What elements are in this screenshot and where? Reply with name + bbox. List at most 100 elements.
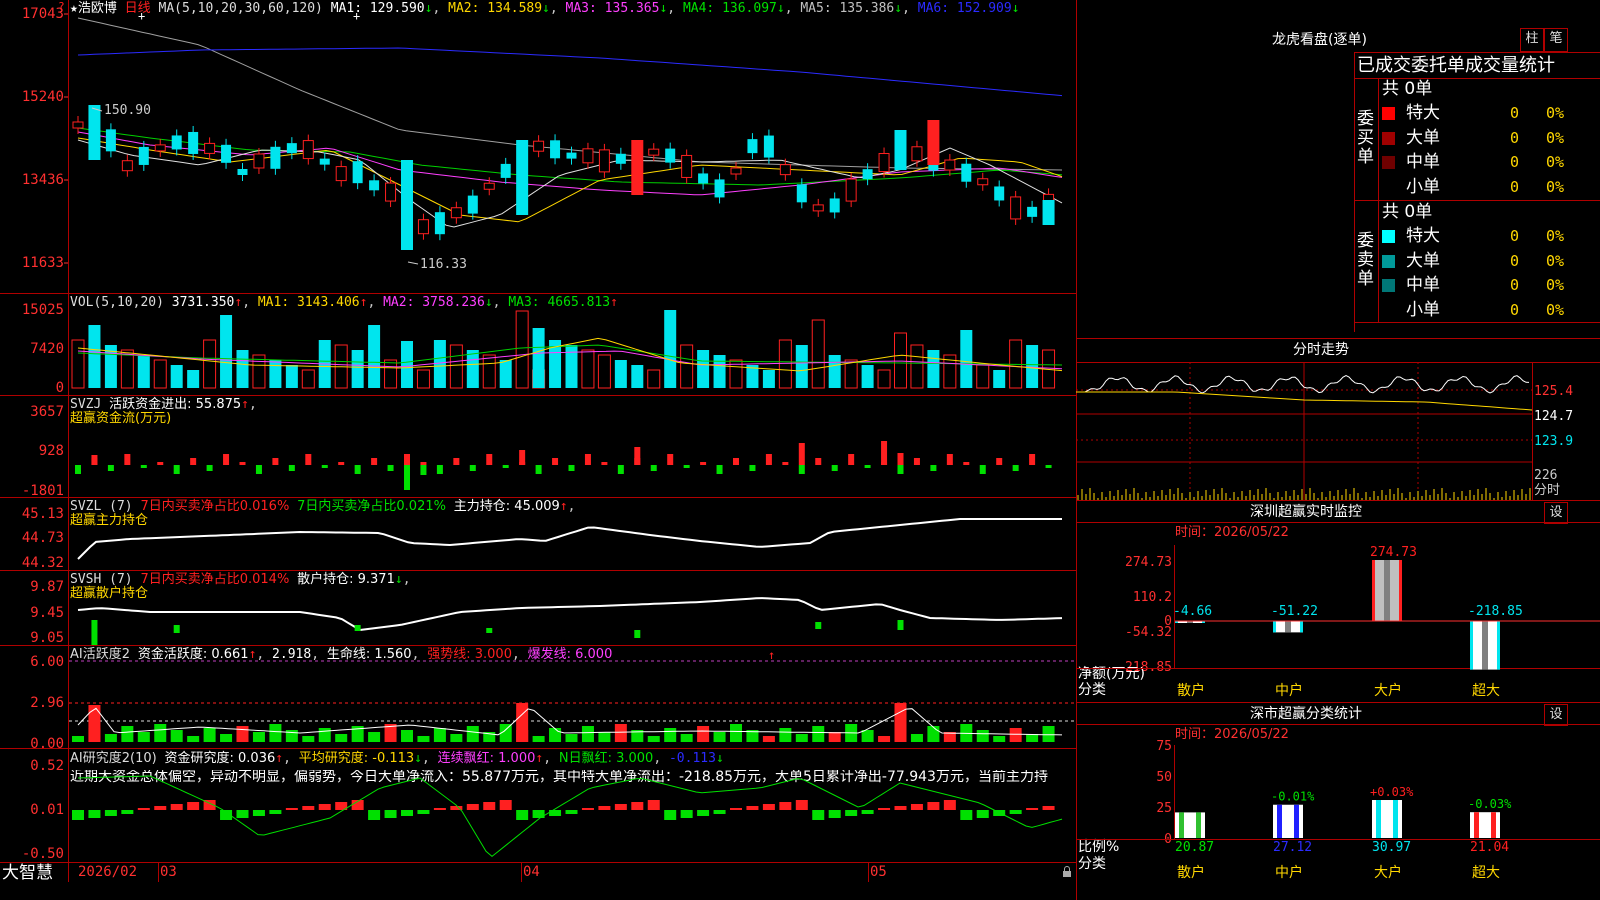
sz-monitor-settings-button[interactable]: 设 bbox=[1544, 502, 1568, 524]
candle bbox=[319, 152, 330, 171]
candle bbox=[204, 137, 216, 160]
candle bbox=[1027, 200, 1038, 223]
ai-research-bar bbox=[1042, 806, 1055, 810]
sz-class-axis-label-1: 比例% bbox=[1078, 839, 1120, 855]
svzj-bar bbox=[107, 465, 114, 471]
ai-research-bar bbox=[910, 804, 923, 810]
bar-view-button[interactable]: 柱 bbox=[1520, 28, 1544, 52]
ai-active-bar bbox=[335, 734, 348, 742]
ai-research-chart[interactable] bbox=[0, 748, 1076, 862]
ai-research-bar bbox=[252, 810, 265, 816]
sz-axis-label-1: 净额(万元) bbox=[1078, 666, 1145, 682]
svzj-bar bbox=[272, 458, 279, 465]
ai-research-bar bbox=[795, 800, 808, 810]
high-price-label: 150.90 bbox=[104, 103, 151, 118]
ai-active-bar bbox=[450, 734, 463, 742]
ai-active-bar bbox=[861, 730, 874, 742]
ai-research-bar bbox=[88, 810, 101, 818]
vol-bar bbox=[713, 355, 726, 388]
svzj-bar bbox=[288, 465, 295, 471]
candle bbox=[270, 140, 281, 175]
main-corner-mark: ? bbox=[58, 0, 65, 13]
vol-bar bbox=[844, 359, 858, 389]
sz-class-value: 20.87 bbox=[1175, 840, 1214, 855]
volume-chart[interactable] bbox=[0, 293, 1076, 395]
sz-monitor-chart[interactable]: -4.66 散户 -51.22 中户 274.73 大户 -218.85 超大 bbox=[1175, 540, 1600, 700]
ai-active-bar bbox=[1009, 728, 1022, 742]
svsh-bar bbox=[897, 620, 904, 630]
candle bbox=[221, 138, 232, 169]
candle bbox=[911, 140, 923, 167]
buy-count: 0 bbox=[1510, 153, 1520, 171]
ai-active-chart[interactable]: ↑ bbox=[0, 645, 1076, 748]
tab-filled[interactable]: 已成交 bbox=[1357, 56, 1411, 76]
svzj-bar bbox=[420, 462, 427, 465]
ai-active-bar bbox=[894, 703, 907, 742]
vol-bar bbox=[285, 365, 298, 388]
svzj-bar bbox=[469, 465, 476, 471]
buy-pct: 0% bbox=[1546, 153, 1565, 171]
buy-label: 小单 bbox=[1406, 176, 1440, 197]
buy-pct: 0% bbox=[1546, 104, 1565, 122]
ai-active-bar bbox=[236, 726, 249, 742]
ai-active-bar bbox=[598, 732, 611, 742]
intraday-chart[interactable] bbox=[1076, 362, 1532, 500]
svzj-chart[interactable] bbox=[0, 395, 1076, 497]
sz-class-category: 超大 bbox=[1472, 865, 1500, 881]
svsh-chart[interactable] bbox=[0, 570, 1076, 645]
sz-class-chart[interactable]: 20.87 散户 27.12 -0.01% 中户 30.97 +0.03% 大户 21.04 -0… bbox=[1175, 740, 1600, 900]
ai-research-bar bbox=[417, 810, 430, 814]
sz-monitor-bar bbox=[1470, 621, 1500, 670]
svzj-bar bbox=[831, 465, 838, 471]
kline-chart[interactable]: ? 150.90 116.33 + + bbox=[0, 0, 1076, 293]
svsh-bar bbox=[486, 628, 493, 633]
pen-view-button[interactable]: 笔 bbox=[1544, 28, 1568, 52]
sz-y-tick-4: -54.32 bbox=[1125, 625, 1172, 640]
ai-research-bar bbox=[664, 810, 677, 820]
svzj-bar bbox=[124, 454, 131, 465]
vol-bar bbox=[762, 370, 775, 388]
candle bbox=[1010, 190, 1022, 225]
svzj-bar bbox=[420, 465, 427, 475]
candle bbox=[994, 180, 1005, 207]
sz-class-value: 30.97 bbox=[1372, 840, 1411, 855]
candle bbox=[1042, 200, 1055, 225]
sz-monitor-time: 时间：2026/05/22 bbox=[1175, 525, 1289, 540]
vol-bar bbox=[499, 360, 512, 388]
candle bbox=[730, 162, 742, 180]
ai-active-bar bbox=[170, 730, 183, 742]
ai-active-bar bbox=[302, 736, 315, 742]
tab-volume-stats[interactable]: 成交量统计 bbox=[1465, 56, 1555, 76]
app-logo[interactable]: 大智慧 bbox=[2, 864, 53, 882]
ai-research-bar bbox=[483, 802, 496, 810]
vol-bar bbox=[680, 344, 694, 389]
sell-pct: 0% bbox=[1546, 227, 1565, 245]
candle bbox=[369, 174, 380, 197]
ai-active-bar bbox=[203, 728, 216, 742]
svzl-chart[interactable] bbox=[0, 497, 1076, 570]
candle bbox=[171, 129, 182, 156]
candle bbox=[894, 130, 907, 170]
ai-research-bar bbox=[828, 810, 841, 818]
lock-icon[interactable] bbox=[1060, 865, 1074, 879]
ai-research-bar bbox=[845, 810, 858, 816]
buy-total: 共 0单 bbox=[1382, 79, 1433, 99]
ai-research-bar bbox=[384, 810, 397, 818]
ai-research-bar bbox=[516, 810, 529, 820]
ai-research-bar bbox=[187, 802, 200, 810]
vol-bar bbox=[269, 360, 282, 388]
ai-active-bar bbox=[154, 724, 167, 742]
svzj-bar bbox=[354, 465, 361, 474]
pane-divider-7 bbox=[0, 862, 1076, 863]
ai-research-bar bbox=[614, 804, 627, 810]
sz-class-settings-button[interactable]: 设 bbox=[1544, 704, 1568, 726]
tab-orders[interactable]: 委托单 bbox=[1411, 56, 1465, 76]
svzj-bar bbox=[453, 458, 460, 465]
sz-class-change: +0.03% bbox=[1370, 785, 1414, 799]
ai-research-bar bbox=[1026, 808, 1039, 810]
sz-monitor-bar bbox=[1273, 621, 1303, 633]
candle bbox=[698, 167, 709, 190]
sz-axis-label-2: 分类 bbox=[1078, 682, 1106, 698]
ai-active-bar bbox=[614, 724, 627, 742]
candle bbox=[961, 157, 972, 188]
